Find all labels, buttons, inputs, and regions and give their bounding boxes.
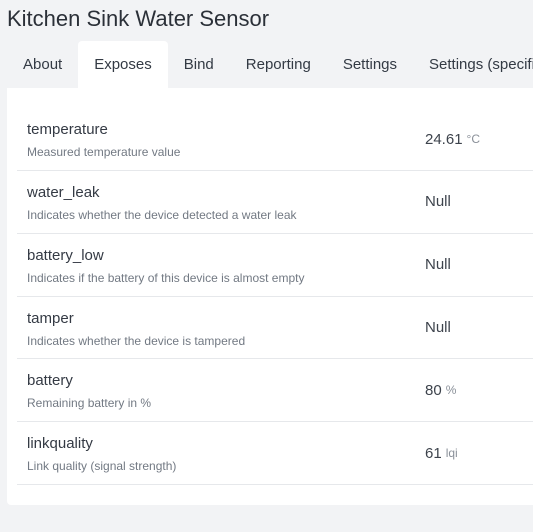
tab-bind[interactable]: Bind <box>168 41 230 88</box>
expose-description: Indicates whether the device is tampered <box>27 333 246 348</box>
expose-value: Null <box>425 193 451 211</box>
tab-exposes[interactable]: Exposes <box>78 41 168 88</box>
expose-value-group: 24.61 °C <box>425 108 480 170</box>
expose-value: 61 <box>425 444 442 462</box>
expose-value: Null <box>425 256 451 274</box>
expose-unit: % <box>445 383 457 398</box>
expose-row-temperature: temperature Measured temperature value 2… <box>17 108 533 171</box>
tab-reporting[interactable]: Reporting <box>230 41 327 88</box>
expose-name: tamper <box>27 309 74 327</box>
expose-name: temperature <box>27 121 108 138</box>
device-tabs: About Exposes Bind Reporting Settings Se… <box>7 41 533 88</box>
expose-value-group: 61 lqi <box>425 422 458 484</box>
expose-description: Measured temperature value <box>27 145 181 159</box>
expose-description: Remaining battery in % <box>27 396 152 411</box>
expose-description: Indicates if the battery of this device … <box>27 270 305 285</box>
expose-row-battery-low: battery_low Indicates if the battery of … <box>17 234 533 297</box>
expose-value-group: Null <box>425 297 455 359</box>
expose-name: battery_low <box>27 246 104 264</box>
expose-description: Link quality (signal strength) <box>27 459 177 474</box>
expose-row-linkquality: linkquality Link quality (signal strengt… <box>17 422 533 485</box>
tab-settings-specific[interactable]: Settings (specific) <box>413 41 533 88</box>
expose-name: water_leak <box>27 184 100 201</box>
expose-name: battery <box>27 372 73 390</box>
page-title: Kitchen Sink Water Sensor <box>7 6 270 31</box>
expose-unit: lqi <box>445 446 458 461</box>
expose-value-group: Null <box>425 234 455 296</box>
expose-value-group: Null <box>425 171 455 233</box>
exposes-panel: temperature Measured temperature value 2… <box>7 88 533 505</box>
expose-row-water-leak: water_leak Indicates whether the device … <box>17 171 533 234</box>
expose-name: linkquality <box>27 435 93 453</box>
expose-unit: °C <box>466 132 481 146</box>
expose-value: 80 <box>425 381 442 399</box>
tab-about[interactable]: About <box>7 41 78 88</box>
expose-description: Indicates whether the device detected a … <box>27 208 297 222</box>
tab-settings[interactable]: Settings <box>327 41 413 88</box>
expose-value: 24.61 <box>425 130 463 148</box>
expose-row-tamper: tamper Indicates whether the device is t… <box>17 297 533 360</box>
expose-value-group: 80 % <box>425 359 456 421</box>
expose-row-battery: battery Remaining battery in % 80 % <box>17 359 533 423</box>
expose-value: Null <box>425 318 451 336</box>
